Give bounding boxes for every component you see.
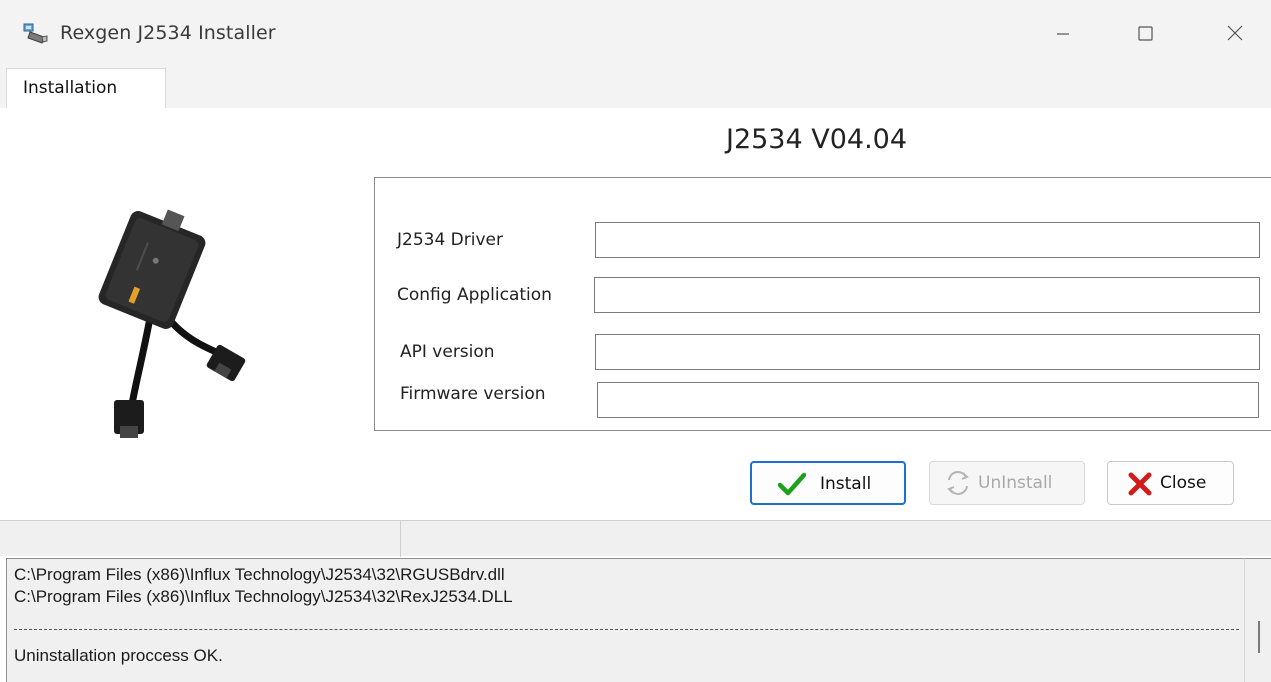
- close-label: Close: [1160, 473, 1207, 493]
- maximize-icon[interactable]: [1122, 12, 1168, 56]
- close-icon[interactable]: [1212, 12, 1258, 56]
- installation-panel: J2534 V04.04 J2534 Driver Config Applica…: [0, 108, 1271, 520]
- uninstall-label: UnInstall: [978, 473, 1053, 493]
- config-application-field[interactable]: [594, 277, 1260, 313]
- status-divider: [400, 521, 401, 557]
- interface-cable-image: [98, 209, 246, 438]
- usb-device-icon: [23, 23, 48, 44]
- scrollbar-thumb[interactable]: [1258, 621, 1260, 653]
- log-separator: [14, 629, 1239, 630]
- minimize-icon[interactable]: [1040, 12, 1086, 56]
- red-x-icon: [1128, 472, 1152, 496]
- firmware-version-field[interactable]: [597, 382, 1259, 418]
- install-button[interactable]: Install: [750, 461, 906, 505]
- log-line: Uninstallation proccess OK.: [14, 646, 223, 665]
- config-application-label: Config Application: [397, 285, 552, 305]
- window-title: Rexgen J2534 Installer: [60, 22, 276, 44]
- tab-label: Installation: [23, 78, 118, 98]
- tab-strip: Installation: [0, 68, 1271, 109]
- log-output: C:\Program Files (x86)\Influx Technology…: [6, 558, 1244, 682]
- title-bar: Rexgen J2534 Installer: [0, 0, 1271, 68]
- uninstall-button[interactable]: UnInstall: [929, 461, 1085, 505]
- api-version-label: API version: [400, 342, 495, 362]
- checkmark-icon: [778, 472, 806, 496]
- driver-label: J2534 Driver: [397, 230, 503, 250]
- status-bar: [0, 520, 1271, 557]
- close-button[interactable]: Close: [1107, 461, 1234, 505]
- api-version-field[interactable]: [595, 334, 1260, 370]
- log-line: C:\Program Files (x86)\Influx Technology…: [14, 565, 505, 584]
- log-line: C:\Program Files (x86)\Influx Technology…: [14, 587, 513, 606]
- tab-installation[interactable]: Installation: [6, 68, 166, 109]
- driver-field[interactable]: [595, 222, 1260, 258]
- install-label: Install: [820, 474, 872, 494]
- log-scrollbar[interactable]: [1244, 558, 1271, 682]
- version-heading: J2534 V04.04: [725, 124, 908, 155]
- refresh-icon: [947, 471, 969, 495]
- driver-info-box: J2534 Driver Config Application API vers…: [374, 177, 1271, 431]
- firmware-version-label: Firmware version: [400, 384, 546, 404]
